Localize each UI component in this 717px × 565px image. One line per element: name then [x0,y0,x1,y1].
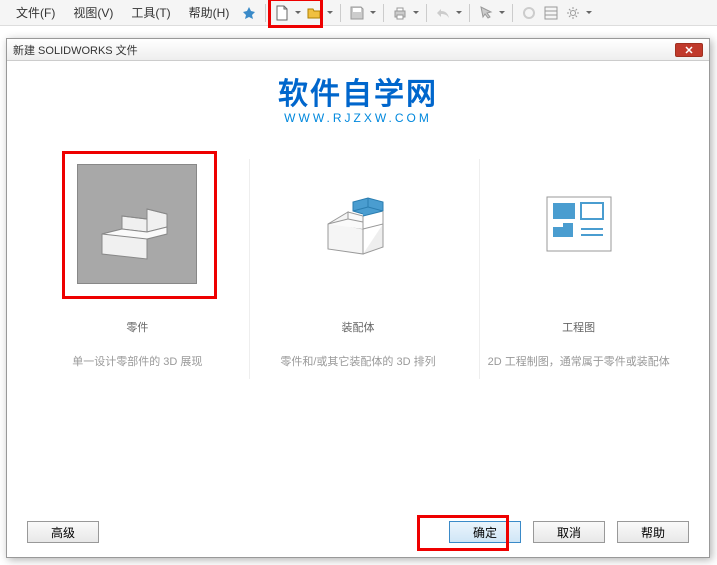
option-part-label: 零件 [126,319,148,335]
save-dropdown[interactable] [369,3,377,23]
dialog-buttons: 高级 确定 取消 帮助 [27,521,689,543]
logo: 软件自学网 WWW.RJZXW.COM [7,69,709,125]
template-options: 零件 单一设计零部件的 3D 展现 装 [27,154,689,369]
help-button[interactable]: 帮助 [617,521,689,543]
open-file-icon[interactable] [304,3,324,23]
cancel-button[interactable]: 取消 [533,521,605,543]
advanced-button[interactable]: 高级 [27,521,99,543]
pin-icon[interactable] [239,3,259,23]
assembly-icon [298,164,418,284]
settings-icon[interactable] [563,3,583,23]
separator [426,4,427,22]
option-drawing[interactable]: 工程图 2D 工程制图，通常属于零件或装配体 [479,154,679,369]
new-file-dialog: 新建 SOLIDWORKS 文件 软件自学网 WWW.RJZXW.COM [6,38,710,558]
menubar: 文件(F) 视图(V) 工具(T) 帮助(H) [0,0,717,26]
menu-tools[interactable]: 工具(T) [123,2,178,23]
menu-help[interactable]: 帮助(H) [181,2,238,23]
print-dropdown[interactable] [412,3,420,23]
option-drawing-label: 工程图 [562,319,595,335]
close-button[interactable] [675,43,703,57]
separator [469,4,470,22]
settings-dropdown[interactable] [585,3,593,23]
menu-file[interactable]: 文件(F) [8,2,63,23]
ok-button[interactable]: 确定 [449,521,521,543]
new-file-icon[interactable] [272,3,292,23]
logo-sub: WWW.RJZXW.COM [7,111,709,125]
option-assembly[interactable]: 装配体 零件和/或其它装配体的 3D 排列 [258,154,458,369]
new-file-dropdown[interactable] [294,3,302,23]
undo-icon[interactable] [433,3,453,23]
logo-main: 软件自学网 [7,69,709,113]
options-panel-icon[interactable] [541,3,561,23]
drawing-icon [519,164,639,284]
select-dropdown[interactable] [498,3,506,23]
option-assembly-desc: 零件和/或其它装配体的 3D 排列 [280,353,435,369]
option-drawing-desc: 2D 工程制图，通常属于零件或装配体 [488,353,670,369]
option-part[interactable]: 零件 单一设计零部件的 3D 展现 [37,154,237,369]
print-icon[interactable] [390,3,410,23]
dialog-titlebar: 新建 SOLIDWORKS 文件 [7,39,709,61]
separator [512,4,513,22]
separator [265,4,266,22]
save-icon[interactable] [347,3,367,23]
part-icon [77,164,197,284]
undo-dropdown[interactable] [455,3,463,23]
separator [340,4,341,22]
option-assembly-label: 装配体 [341,319,374,335]
dialog-title: 新建 SOLIDWORKS 文件 [13,42,138,58]
rebuild-icon[interactable] [519,3,539,23]
menu-view[interactable]: 视图(V) [65,2,121,23]
option-part-desc: 单一设计零部件的 3D 展现 [72,353,202,369]
select-icon[interactable] [476,3,496,23]
open-dropdown[interactable] [326,3,334,23]
separator [383,4,384,22]
